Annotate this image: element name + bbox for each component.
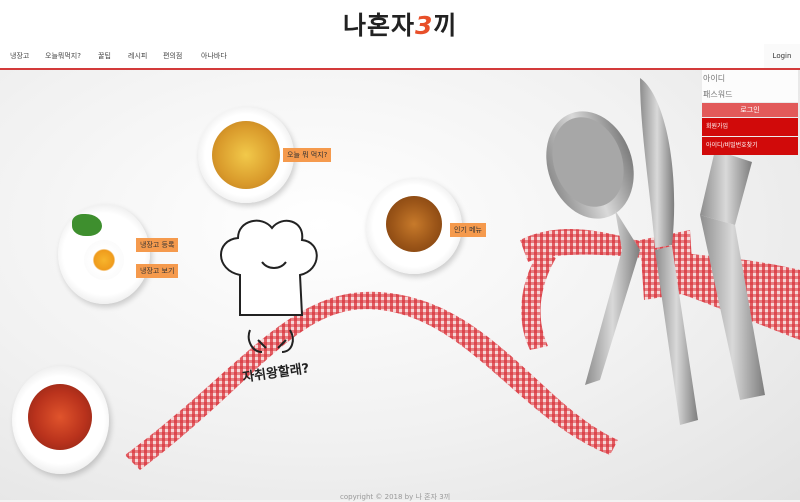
tag-fridge-view[interactable]: 냉장고 보기 — [136, 264, 179, 278]
croissant-plate[interactable] — [366, 178, 462, 274]
signup-link[interactable]: 회원가입 — [702, 118, 798, 136]
logo-text-number: 3 — [415, 11, 434, 40]
login-panel: 로그인 회원가입 아이디/비밀번호찾기 — [702, 70, 798, 155]
id-input[interactable] — [702, 70, 798, 86]
egg-plate[interactable] — [58, 204, 150, 304]
login-button[interactable]: Login — [764, 44, 800, 68]
ribbon — [521, 250, 556, 350]
fried-egg-image — [84, 240, 124, 280]
nav-item-recipes[interactable]: 레시피 — [128, 51, 147, 61]
herb-leaf-icon — [72, 214, 102, 236]
main-nav: 냉장고 오늘뭐먹지? 꿀팁 레시피 편의점 아나바다 — [0, 44, 800, 70]
chef-doodle — [220, 219, 318, 353]
logo-text-main: 나혼자 — [343, 11, 416, 40]
stew-image — [28, 384, 92, 450]
nav-item-what-to-eat[interactable]: 오늘뭐먹지? — [45, 51, 81, 61]
nav-item-anabada[interactable]: 아나바다 — [201, 51, 227, 61]
pasta-plate[interactable] — [198, 107, 294, 203]
tag-what-to-eat[interactable]: 오늘 뭐 먹지? — [283, 148, 332, 162]
nav-item-fridge[interactable]: 냉장고 — [10, 51, 29, 61]
password-input[interactable] — [702, 86, 798, 102]
site-header: 나혼자3끼 — [0, 0, 800, 45]
nav-item-tips[interactable]: 꿀팁 — [98, 51, 111, 61]
croissant-image — [386, 196, 442, 252]
stew-plate[interactable] — [12, 366, 109, 474]
login-submit-button[interactable]: 로그인 — [702, 103, 798, 117]
site-logo[interactable]: 나혼자3끼 — [343, 6, 457, 42]
find-account-link[interactable]: 아이디/비밀번호찾기 — [702, 137, 798, 155]
tag-popular-menu[interactable]: 인기 메뉴 — [450, 223, 486, 237]
nav-item-convenience-store[interactable]: 편의점 — [163, 51, 182, 61]
footer-copyright: copyright © 2018 by 나 혼자 3끼 — [340, 493, 451, 501]
tag-fridge-register[interactable]: 냉장고 등록 — [136, 238, 179, 252]
pasta-image — [212, 121, 280, 189]
ribbon — [125, 291, 618, 470]
logo-text-tail: 끼 — [433, 11, 458, 40]
